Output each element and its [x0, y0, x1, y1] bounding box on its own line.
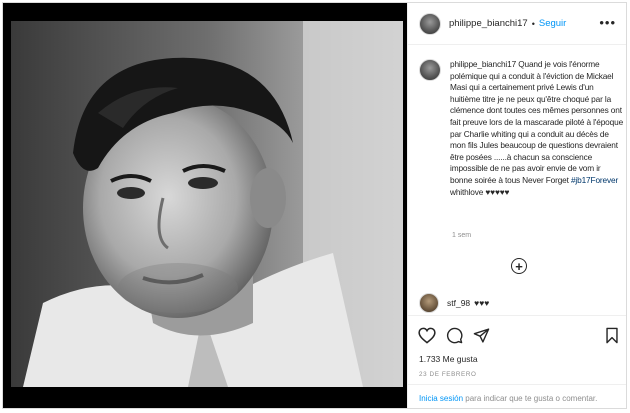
login-prompt-text: para indicar que te gusta o comentar.	[463, 394, 598, 403]
caption-avatar[interactable]	[419, 59, 441, 81]
load-more-comments-button[interactable]: +	[511, 258, 527, 274]
comment-icon[interactable]	[446, 327, 463, 344]
post-sidebar: philippe_bianchi17 • Seguir ••• philippe…	[407, 3, 626, 408]
comment-text: ♥♥♥	[474, 298, 490, 308]
login-prompt: Inicia sesión para indicar que te gusta …	[408, 384, 626, 408]
share-icon[interactable]	[473, 327, 490, 344]
heart-icon[interactable]	[418, 327, 436, 344]
plus-icon: +	[515, 258, 523, 274]
post-header: philippe_bianchi17 • Seguir •••	[408, 3, 626, 45]
comment-item: stf_98 ♥♥♥	[419, 293, 489, 313]
caption-username[interactable]: philippe_bianchi17	[450, 59, 516, 69]
caption-end: whithlove ♥♥♥♥♥	[450, 186, 510, 197]
author-avatar[interactable]	[419, 12, 441, 35]
post-dialog: philippe_bianchi17 • Seguir ••• philippe…	[2, 2, 627, 409]
portrait-image	[3, 3, 407, 408]
post-photo[interactable]	[3, 3, 407, 408]
author-username[interactable]: philippe_bianchi17	[449, 18, 528, 29]
login-link[interactable]: Inicia sesión	[419, 394, 463, 403]
caption-body: Quand je vois l'énorme polémique qui a c…	[450, 59, 624, 185]
caption-text: philippe_bianchi17 Quand je vois l'énorm…	[450, 59, 624, 198]
more-options-icon[interactable]: •••	[599, 15, 616, 30]
separator-dot: •	[531, 18, 535, 29]
follow-button[interactable]: Seguir	[539, 18, 566, 29]
action-bar	[408, 315, 626, 344]
caption-time: 1 sem	[452, 232, 472, 239]
commenter-username[interactable]: stf_98	[447, 298, 470, 308]
post-date: 23 DE FEBRERO	[419, 371, 477, 378]
likes-count[interactable]: 1.733 Me gusta	[419, 354, 478, 364]
caption-hashtag[interactable]: #jb17Forever	[571, 175, 618, 185]
bookmark-icon[interactable]	[605, 327, 619, 344]
commenter-avatar[interactable]	[419, 293, 439, 313]
